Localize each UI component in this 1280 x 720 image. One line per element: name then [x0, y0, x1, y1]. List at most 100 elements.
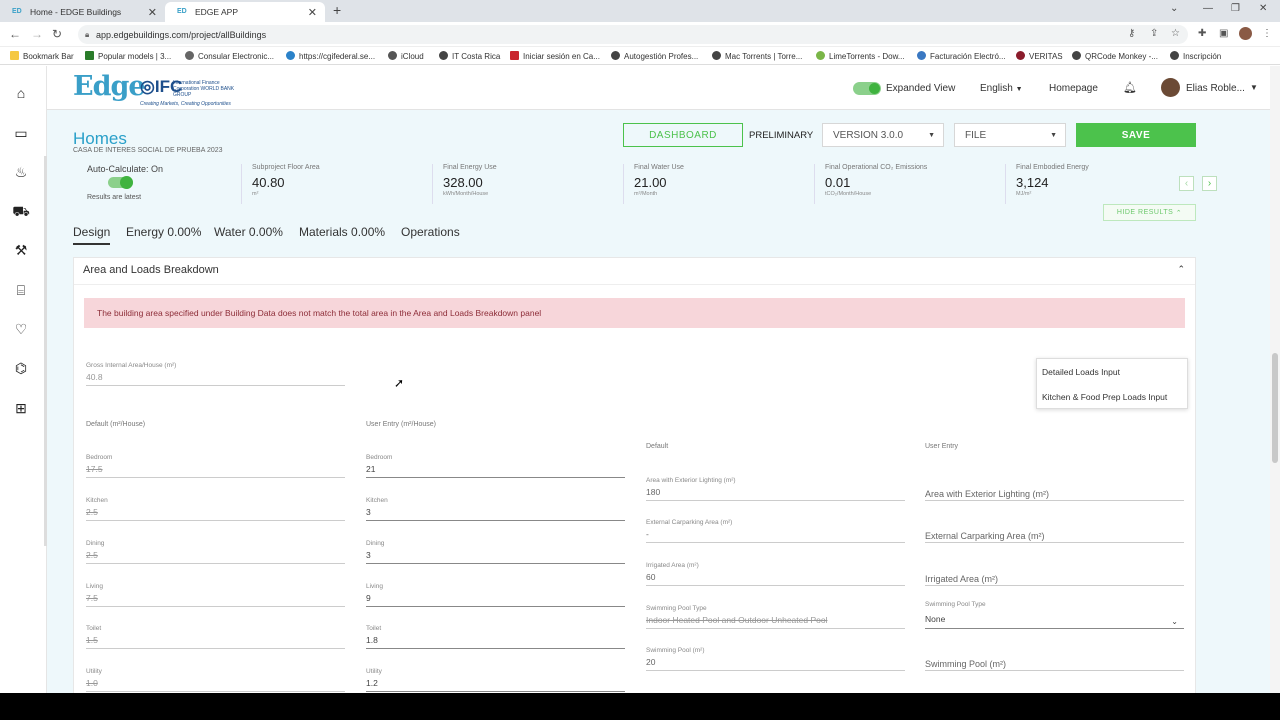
chevron-up-icon[interactable]: ⌃	[1177, 264, 1185, 275]
bookmark-item[interactable]: Autogestión Profes...	[611, 51, 698, 61]
bookmark-item[interactable]: Consular Electronic...	[185, 51, 274, 61]
browser-tab-edge-app[interactable]: ED EDGE APP ✕	[165, 2, 325, 22]
chevron-right-icon[interactable]: ›	[1202, 176, 1217, 191]
page-scrollbar[interactable]	[1270, 66, 1280, 693]
tab-materials[interactable]: Materials 0.00%	[299, 225, 385, 243]
save-button[interactable]: SAVE	[1076, 123, 1196, 147]
bookmark-item[interactable]: QRCode Monkey -...	[1072, 51, 1158, 61]
edge-logo[interactable]: Edge	[73, 71, 146, 102]
back-icon[interactable]: ←	[9, 27, 21, 41]
auto-calculate-toggle[interactable]	[108, 176, 133, 189]
caret-down-icon: ▼	[928, 131, 935, 139]
irrigated-input[interactable]: Irrigated Area (m²)	[925, 562, 1184, 586]
edge-favicon-icon: ED	[12, 8, 22, 15]
panel-title[interactable]: Area and Loads Breakdown	[83, 264, 219, 276]
bedroom-input[interactable]: Bedroom 21	[366, 454, 625, 478]
dashboard-button[interactable]: DASHBOARD	[623, 123, 743, 147]
bookmark-item[interactable]: Bookmark Bar	[10, 51, 74, 61]
bookmark-item[interactable]: Popular models | 3...	[85, 51, 171, 61]
caret-down-icon[interactable]: ▼	[1250, 83, 1258, 92]
cart-icon[interactable]: ⛟	[12, 203, 30, 219]
education-icon[interactable]: ⌬	[12, 360, 30, 376]
bed-icon[interactable]: ▭	[12, 125, 30, 141]
app-sidebar: ⌂ ▭ ♨ ⛟ ⚒ ⌸ ♡ ⌬ ⊞	[0, 66, 47, 693]
tab-title: Home - EDGE Buildings	[30, 7, 122, 17]
sidebar-toggle-icon[interactable]: ▣	[1219, 28, 1228, 39]
default-utility-field: Utility 1.0	[86, 668, 345, 692]
auto-calculate-label: Auto-Calculate: On	[87, 164, 164, 174]
user-entry-column-header: User Entry (m²/House)	[366, 421, 437, 428]
language-select[interactable]: English ▼	[980, 83, 1023, 94]
default-kitchen-field: Kitchen 2.5	[86, 497, 345, 521]
reload-icon[interactable]: ↻	[52, 27, 62, 41]
building-icon[interactable]: ⌂	[12, 85, 30, 101]
tab-design[interactable]: Design	[73, 225, 111, 245]
close-window-icon[interactable]: ✕	[1259, 3, 1267, 14]
default-irrigated-field: Irrigated Area (m²) 60	[646, 562, 905, 586]
area-loads-panel: Area and Loads Breakdown ⌃ The building …	[73, 257, 1196, 693]
browser-tab-edge-home[interactable]: ED Home - EDGE Buildings ✕	[0, 2, 165, 22]
menu-dots-icon[interactable]: ⋮	[1262, 28, 1272, 39]
scrollbar-thumb[interactable]	[1272, 353, 1278, 463]
default-pool-type-field: Swimming Pool Type Indoor Heated Pool and…	[646, 605, 905, 629]
bookmark-item[interactable]: IT Costa Rica	[439, 51, 500, 61]
key-icon[interactable]: ⚷	[1128, 28, 1135, 39]
kitchen-input[interactable]: Kitchen 3	[366, 497, 625, 521]
minimize-icon[interactable]: ⌄	[1170, 3, 1178, 14]
pool-type-select[interactable]: Swimming Pool Type None ⌄	[925, 601, 1184, 629]
main-content: Homes CASA DE INTERES SOCIAL DE PRUEBA 2…	[47, 110, 1270, 693]
health-icon[interactable]: ♡	[12, 321, 30, 337]
avatar[interactable]	[1161, 78, 1180, 97]
star-icon[interactable]: ☆	[1171, 28, 1180, 39]
tab-energy[interactable]: Energy 0.00%	[126, 225, 201, 243]
bookmark-item[interactable]: Inscripción	[1170, 51, 1221, 61]
restore-window-icon[interactable]: ❐	[1231, 3, 1240, 14]
ifc-tagline: Creating Markets, Creating Opportunities	[140, 101, 231, 107]
url-field[interactable]: 🔒︎ app.edgebuildings.com/project/allBuil…	[78, 25, 1188, 44]
hide-results-button[interactable]: HIDE RESULTS ⌃	[1103, 204, 1196, 221]
bookmark-item[interactable]: VERITAS	[1016, 51, 1063, 61]
bookmark-item[interactable]: Iniciar sesión en Ca...	[510, 51, 600, 61]
share-icon[interactable]: ⇪	[1150, 28, 1158, 39]
caret-down-icon: ▼	[1015, 86, 1023, 93]
bookmark-item[interactable]: https://cgifederal.se...	[286, 51, 375, 61]
utility-input[interactable]: Utility 1.2	[366, 668, 625, 692]
living-input[interactable]: Living 9	[366, 583, 625, 607]
carparking-input[interactable]: External Carparking Area (m²)	[925, 519, 1184, 543]
mouse-cursor-icon: ➚	[394, 376, 405, 390]
metric-energy-use: Final Energy Use 328.00 kWh/Month/House	[432, 164, 612, 204]
briefcase-icon[interactable]: ⌸	[12, 282, 30, 298]
bookmark-item[interactable]: LimeTorrents - Dow...	[816, 51, 905, 61]
file-select[interactable]: FILE ▼	[954, 123, 1066, 147]
tab-title: EDGE APP	[195, 7, 238, 17]
spa-icon[interactable]: ♨	[12, 164, 30, 180]
industry-icon[interactable]: ⚒	[12, 242, 30, 258]
bookmark-item[interactable]: Facturación Electró...	[917, 51, 1006, 61]
bookmark-item[interactable]: Mac Torrents | Torre...	[712, 51, 802, 61]
menu-item-detailed-loads[interactable]: Detailed Loads Input	[1042, 367, 1120, 377]
menu-item-kitchen-loads[interactable]: Kitchen & Food Prep Loads Input	[1042, 392, 1167, 402]
close-tab-icon[interactable]: ✕	[148, 6, 157, 19]
pool-area-input[interactable]: Swimming Pool (m²)	[925, 647, 1184, 671]
dining-input[interactable]: Dining 3	[366, 540, 625, 564]
toilet-input[interactable]: Toilet 1.8	[366, 625, 625, 649]
forward-icon[interactable]: →	[31, 27, 43, 41]
homepage-link[interactable]: Homepage	[1049, 83, 1098, 94]
profile-avatar-icon[interactable]	[1239, 27, 1252, 40]
bookmark-item[interactable]: iCloud	[388, 51, 424, 61]
extensions-icon[interactable]: ✚	[1198, 28, 1206, 39]
expanded-view-toggle[interactable]	[853, 82, 881, 95]
tab-operations[interactable]: Operations	[401, 225, 460, 243]
exterior-lighting-input[interactable]: Area with Exterior Lighting (m²)	[925, 477, 1184, 501]
new-tab-icon[interactable]: +	[333, 2, 341, 18]
chevron-left-icon[interactable]: ‹	[1179, 176, 1194, 191]
user-name[interactable]: Elias Roble...	[1186, 83, 1245, 94]
chevron-up-icon: ⌃	[1175, 209, 1183, 217]
minimize-window-icon[interactable]: —	[1203, 3, 1213, 14]
metric-co2-emissions: Final Operational CO₂ Emissions 0.01 tCO₂/…	[814, 164, 994, 204]
bell-icon[interactable]: 🔔︎	[1123, 81, 1137, 94]
tab-water[interactable]: Water 0.00%	[214, 225, 283, 243]
close-tab-icon[interactable]: ✕	[308, 6, 317, 19]
version-select[interactable]: VERSION 3.0.0 ▼	[822, 123, 944, 147]
warehouse-icon[interactable]: ⊞	[12, 400, 30, 416]
